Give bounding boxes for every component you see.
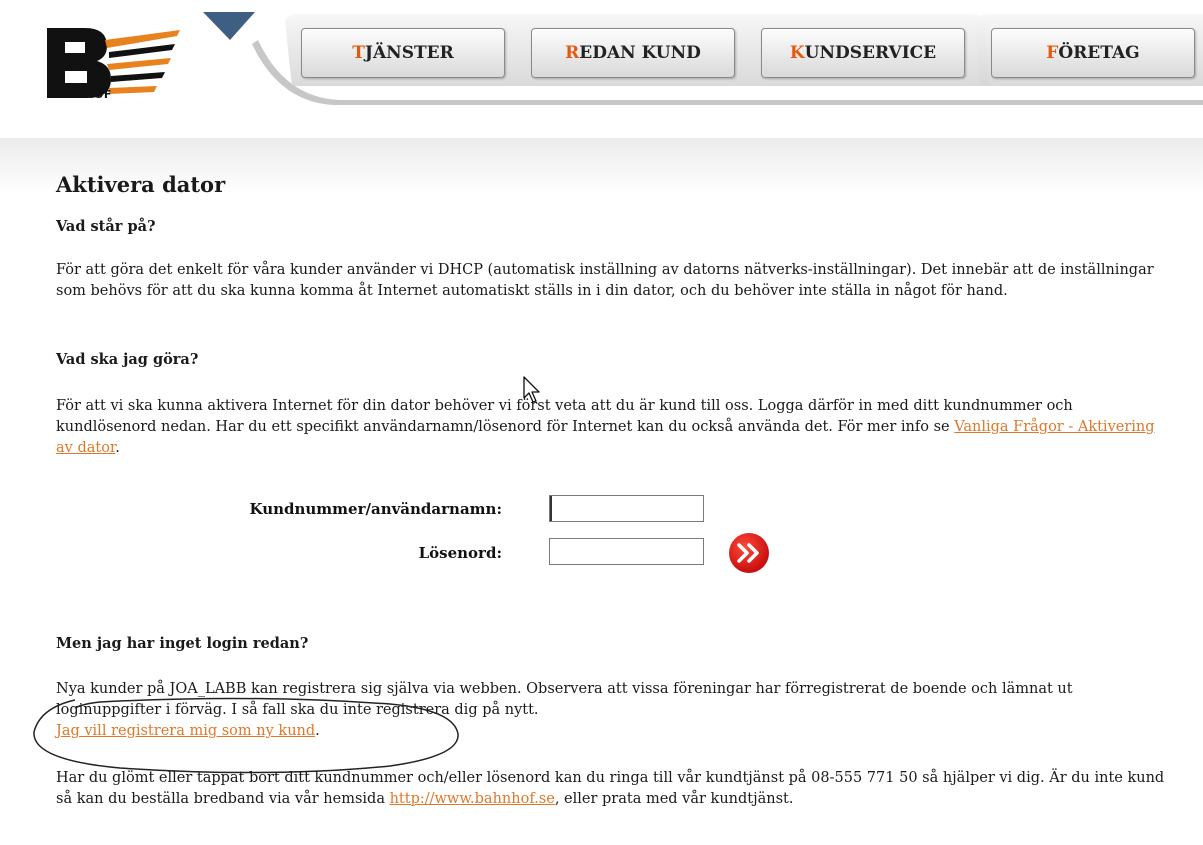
username-input[interactable] xyxy=(549,495,704,522)
tab-initial: R xyxy=(565,43,580,63)
site-header: BAHNHOF T JÄNSTER R EDAN KUND K UNDSERVICE … xyxy=(0,0,1203,115)
tab-tjanster[interactable]: T JÄNSTER xyxy=(301,28,505,78)
password-input[interactable] xyxy=(549,538,704,565)
username-label: Kundnummer/användarnamn: xyxy=(249,500,502,518)
section-text-activation: För att vi ska kunna aktivera Internet f… xyxy=(56,396,1166,459)
tab-initial: K xyxy=(789,43,805,63)
activation-text: För att vi ska kunna aktivera Internet f… xyxy=(56,398,1073,435)
logo-text: BAHNHOF xyxy=(47,88,112,101)
main-content: Aktivera dator Vad står på? För att göra… xyxy=(0,138,1203,845)
activation-text-end: . xyxy=(115,440,120,456)
tab-label: UNDSERVICE xyxy=(804,43,937,63)
section-heading-no-login: Men jag har inget login redan? xyxy=(56,635,309,652)
double-chevron-right-icon xyxy=(737,543,759,563)
bahnhof-website-link[interactable]: http://www.bahnhof.se xyxy=(390,791,555,807)
tab-redan-kund[interactable]: R EDAN KUND xyxy=(531,28,735,78)
section-heading-vad-ska-jag-gora: Vad ska jag göra? xyxy=(56,351,199,368)
page-title: Aktivera dator xyxy=(56,172,226,197)
login-submit-button[interactable] xyxy=(729,533,769,573)
tab-kundservice[interactable]: K UNDSERVICE xyxy=(761,28,965,78)
tab-foretag[interactable]: F ÖRETAG xyxy=(991,28,1195,78)
section-text-dhcp: För att göra det enkelt för våra kunder … xyxy=(56,262,1154,299)
tab-label: JÄNSTER xyxy=(364,43,454,63)
tab-initial: F xyxy=(1046,43,1059,63)
section-heading-vad-star-pa: Vad står på? xyxy=(56,218,156,235)
annotation-ellipse xyxy=(33,697,459,774)
forgot-text-end: , eller prata med vår kundtjänst. xyxy=(554,791,794,807)
mouse-cursor-icon xyxy=(523,376,540,403)
password-label: Lösenord: xyxy=(418,544,502,562)
tab-label: ÖRETAG xyxy=(1058,43,1140,63)
tab-initial: T xyxy=(352,43,365,63)
tab-label: EDAN KUND xyxy=(579,43,701,63)
